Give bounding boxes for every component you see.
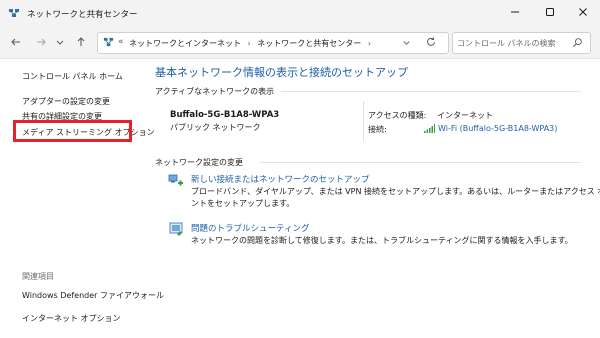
back-arrow-icon[interactable] <box>10 36 22 48</box>
sidebar-link-adapter-settings[interactable]: アダプターの設定の変更 <box>22 96 110 107</box>
up-arrow-icon[interactable] <box>75 36 87 48</box>
access-type-value: インターネット <box>437 111 493 120</box>
breadcrumb-separator-icon[interactable]: › <box>368 39 371 48</box>
breadcrumb-separator-icon[interactable]: › <box>248 39 251 48</box>
breadcrumb-item-network-internet[interactable]: ネットワークとインターネット <box>129 39 241 48</box>
network-center-icon <box>9 9 19 17</box>
refresh-icon[interactable] <box>425 36 437 48</box>
active-networks-label: アクティブなネットワークの表示 <box>155 87 275 96</box>
window-title: ネットワークと共有センター <box>27 10 138 20</box>
close-button[interactable] <box>566 0 600 27</box>
recent-dropdown-icon[interactable] <box>55 37 65 47</box>
troubleshoot-description: ネットワークの問題を診断して修復します。または、トラブルシューティングに関する情… <box>191 236 573 245</box>
troubleshoot-link[interactable]: 問題のトラブルシューティング <box>191 222 310 234</box>
network-type-link[interactable]: パブリック ネットワーク <box>170 122 261 133</box>
sidebar-link-internet-options[interactable]: インターネット オプション <box>22 313 121 324</box>
new-connection-description: ブロードバンド、ダイヤルアップ、または VPN 接続をセットアップします。あるい… <box>191 187 600 208</box>
change-settings-label: ネットワーク設定の変更 <box>155 158 243 167</box>
forward-arrow-icon[interactable] <box>35 36 47 48</box>
section-divider <box>260 162 581 163</box>
search-placeholder[interactable]: コントロール パネルの検索 <box>457 38 556 49</box>
network-name: Buffalo-5G-B1A8-WPA3 <box>170 110 280 120</box>
maximize-icon <box>546 8 554 16</box>
breadcrumb-item-sharing-center[interactable]: ネットワークと共有センター <box>257 39 361 48</box>
wifi-signal-icon <box>424 124 435 133</box>
highlight-box <box>13 120 132 142</box>
new-connection-link[interactable]: 新しい接続またはネットワークのセットアップ <box>191 173 370 185</box>
new-connection-icon[interactable] <box>168 172 184 188</box>
connections-label: 接続: <box>368 125 387 134</box>
sidebar-link-firewall[interactable]: Windows Defender ファイアウォール <box>22 290 164 301</box>
section-divider <box>281 91 581 92</box>
close-icon <box>579 8 587 16</box>
address-dropdown-icon[interactable] <box>402 38 411 47</box>
access-type-label: アクセスの種類: <box>368 111 427 120</box>
sidebar-link-control-panel-home[interactable]: コントロール パネル ホーム <box>22 71 123 82</box>
breadcrumb: ネットワークとインターネット › ネットワークと共有センター › <box>129 38 375 49</box>
breadcrumb-overflow[interactable]: « <box>118 37 124 47</box>
page-title: 基本ネットワーク情報の表示と接続のセットアップ <box>155 66 408 79</box>
related-heading: 関連項目 <box>22 272 54 281</box>
vertical-divider <box>363 101 364 141</box>
minimize-button[interactable] <box>498 0 532 27</box>
troubleshoot-icon[interactable] <box>168 221 184 237</box>
wifi-connection-link[interactable]: Wi-Fi (Buffalo-5G-B1A8-WPA3) <box>438 124 557 133</box>
network-location-icon <box>103 37 114 47</box>
search-icon[interactable] <box>572 37 583 48</box>
maximize-button[interactable] <box>533 0 567 27</box>
minimize-icon <box>511 11 519 13</box>
